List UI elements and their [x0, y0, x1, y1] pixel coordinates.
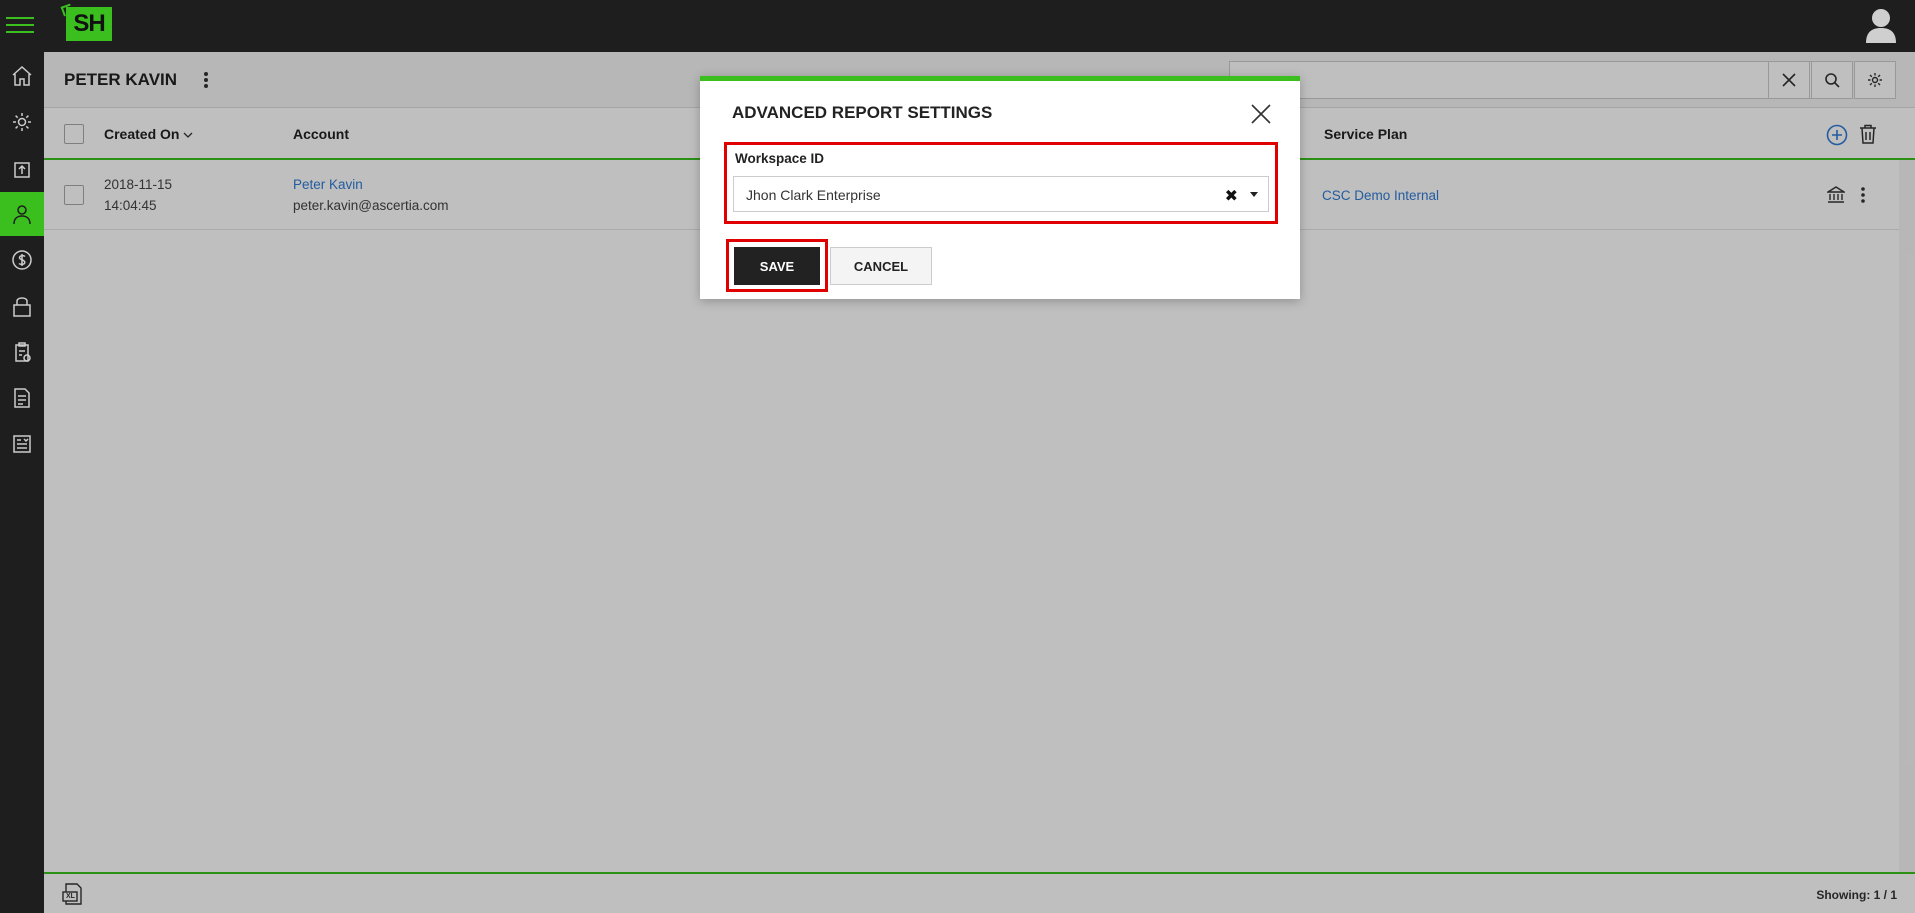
sidebar-item-settings[interactable] [0, 100, 44, 144]
user-avatar-icon[interactable] [1863, 6, 1899, 44]
sidebar-item-audit[interactable] [0, 330, 44, 374]
modal-overlay[interactable]: ADVANCED REPORT SETTINGS Workspace ID Jh… [44, 52, 1915, 913]
user-icon [13, 205, 31, 225]
workspace-id-value: Jhon Clark Enterprise [746, 187, 881, 203]
top-bar: SH [0, 0, 1915, 52]
dollar-icon [12, 250, 32, 270]
save-button[interactable]: SAVE [734, 247, 820, 285]
home-icon [12, 65, 32, 86]
app-logo[interactable]: SH [66, 7, 112, 41]
workspace-id-select[interactable]: Jhon Clark Enterprise ✖ [733, 176, 1269, 212]
gear-icon [13, 113, 31, 131]
workspace-id-field-highlight: Workspace ID Jhon Clark Enterprise ✖ [724, 142, 1278, 224]
report-icon [13, 435, 31, 453]
clipboard-check-icon [15, 342, 31, 362]
sidebar-item-reports[interactable] [0, 422, 44, 466]
dropdown-caret-icon[interactable] [1250, 192, 1258, 197]
cancel-button[interactable]: CANCEL [830, 247, 932, 285]
workspace-id-label: Workspace ID [735, 151, 825, 166]
document-icon [14, 388, 30, 408]
upload-icon [14, 162, 30, 178]
close-icon[interactable] [1250, 103, 1272, 125]
advanced-report-settings-dialog: ADVANCED REPORT SETTINGS Workspace ID Jh… [700, 76, 1300, 299]
modal-title: ADVANCED REPORT SETTINGS [732, 103, 993, 122]
clear-selection-icon[interactable]: ✖ [1225, 186, 1238, 206]
sidebar-item-upload[interactable] [0, 146, 44, 190]
sidebar-item-documents[interactable] [0, 376, 44, 420]
lock-icon [13, 297, 31, 317]
sidebar-item-home[interactable] [0, 54, 44, 98]
menu-icon[interactable] [6, 13, 34, 37]
sidebar [0, 52, 44, 913]
sidebar-item-users[interactable] [0, 192, 44, 236]
sidebar-item-security[interactable] [0, 284, 44, 328]
sidebar-item-billing[interactable] [0, 238, 44, 282]
